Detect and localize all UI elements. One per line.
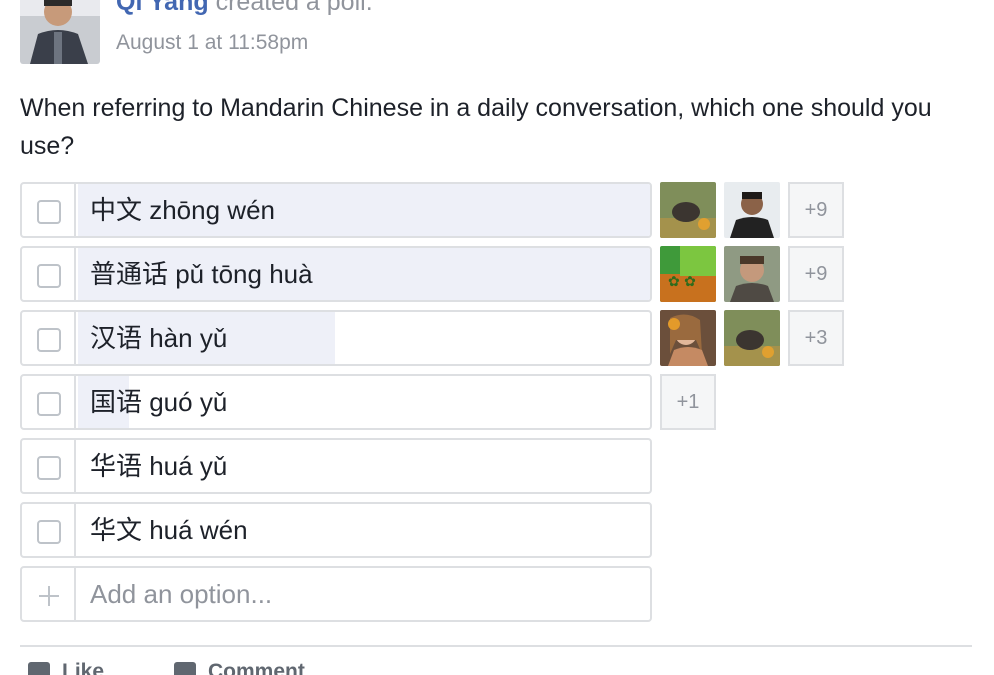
option-checkbox[interactable] [37, 456, 61, 480]
more-voters-count[interactable]: +9 [788, 246, 844, 302]
option-label: 汉语 hàn yǔ [90, 323, 228, 353]
poll-question: When referring to Mandarin Chinese in a … [20, 94, 932, 160]
option-checkbox-cell [22, 184, 76, 236]
option-checkbox-cell [22, 248, 76, 300]
poll-option[interactable]: 中文 zhōng wén [20, 182, 652, 238]
chevron-down-icon[interactable] [950, 0, 970, 4]
option-checkbox-cell [22, 312, 76, 364]
option-checkbox[interactable] [37, 200, 61, 224]
more-voters-count[interactable]: +3 [788, 310, 844, 366]
more-voters-count[interactable]: +9 [788, 182, 844, 238]
option-checkbox[interactable] [37, 328, 61, 352]
poll-option[interactable]: 汉语 hàn yǔ [20, 310, 652, 366]
voter-avatar[interactable]: ✿ ✿ [660, 246, 716, 302]
footer-divider [20, 645, 972, 647]
option-checkbox[interactable] [37, 392, 61, 416]
add-option-icon-cell [22, 568, 76, 620]
comment-button[interactable]: Comment [174, 660, 305, 675]
post-header: Qi Yang created a poll. [116, 0, 373, 17]
poll-option[interactable]: 华语 huá yǔ [20, 438, 652, 494]
add-option-field[interactable]: Add an option... [20, 566, 652, 622]
plus-icon [37, 584, 61, 608]
option-label: 华文 huá wén [90, 515, 248, 545]
option-checkbox-cell [22, 504, 76, 556]
option-checkbox[interactable] [37, 520, 61, 544]
thumbs-up-icon [28, 662, 50, 675]
option-checkbox-cell [22, 376, 76, 428]
voter-avatar[interactable] [724, 310, 780, 366]
comment-icon [174, 662, 196, 675]
poll-option[interactable]: 华文 huá wén [20, 502, 652, 558]
option-label: 中文 zhōng wén [90, 195, 275, 225]
option-checkbox[interactable] [37, 264, 61, 288]
author-avatar[interactable] [20, 0, 100, 64]
svg-text:✿ ✿: ✿ ✿ [668, 274, 696, 290]
post-action-text: created a poll. [215, 0, 373, 16]
voter-avatar[interactable] [724, 182, 780, 238]
poll-option[interactable]: 国语 guó yǔ [20, 374, 652, 430]
add-option-placeholder: Add an option... [90, 579, 273, 609]
option-checkbox-cell [22, 440, 76, 492]
poll-option[interactable]: 普通话 pǔ tōng huà [20, 246, 652, 302]
voter-avatar[interactable] [660, 182, 716, 238]
voter-avatar[interactable] [660, 310, 716, 366]
more-voters-count[interactable]: +1 [660, 374, 716, 430]
voter-avatar[interactable] [724, 246, 780, 302]
option-label: 国语 guó yǔ [90, 387, 228, 417]
post-timestamp[interactable]: August 1 at 11:58pm [116, 31, 308, 55]
comment-label: Comment [208, 660, 305, 675]
author-name[interactable]: Qi Yang [116, 0, 209, 16]
option-label: 华语 huá yǔ [90, 451, 228, 481]
option-label: 普通话 pǔ tōng huà [90, 259, 313, 289]
like-button[interactable]: Like [28, 660, 104, 675]
like-label: Like [62, 660, 105, 675]
